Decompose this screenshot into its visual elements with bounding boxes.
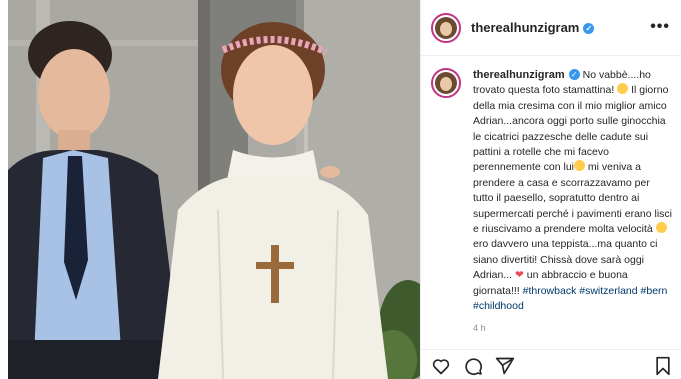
heart-outline-icon[interactable] <box>431 356 451 376</box>
post-time[interactable]: 4 h <box>473 321 673 336</box>
verified-badge-icon: ✓ <box>568 69 580 80</box>
post-photo[interactable] <box>8 0 420 379</box>
instagram-post: therealhunzigram ✓ ••• therealhunzigram ✓ … <box>0 0 681 379</box>
laughing-emoji-icon <box>617 83 629 95</box>
action-bar <box>421 349 681 379</box>
verified-badge-icon: ✓ <box>583 23 595 34</box>
photo-illustration <box>8 0 420 379</box>
hashtag-link[interactable]: #throwback <box>523 285 577 297</box>
laughing-emoji-icon <box>574 160 585 172</box>
caption-avatar[interactable] <box>431 68 461 98</box>
header-username[interactable]: therealhunzigram ✓ <box>471 20 595 35</box>
caption-username[interactable]: therealhunzigram <box>473 69 565 81</box>
post-header: therealhunzigram ✓ ••• <box>421 0 681 56</box>
avatar-image <box>435 16 457 39</box>
post-sidebar: therealhunzigram ✓ ••• therealhunzigram ✓ … <box>420 0 681 379</box>
more-dots-icon[interactable]: ••• <box>650 18 670 36</box>
laughing-emoji-icon <box>655 222 667 234</box>
header-username-text[interactable]: therealhunzigram <box>471 20 579 35</box>
comment-icon[interactable] <box>463 356 483 376</box>
post-caption: therealhunzigram ✓ No vabbè....ho trovato… <box>431 68 677 336</box>
paper-plane-icon[interactable] <box>495 356 515 376</box>
profile-avatar[interactable] <box>431 12 461 43</box>
red-heart-emoji-icon: ❤ <box>515 269 524 282</box>
bookmark-icon[interactable] <box>653 356 673 376</box>
caption-text: therealhunzigram ✓ No vabbè....ho trovato… <box>473 68 673 336</box>
avatar-image <box>435 72 457 94</box>
